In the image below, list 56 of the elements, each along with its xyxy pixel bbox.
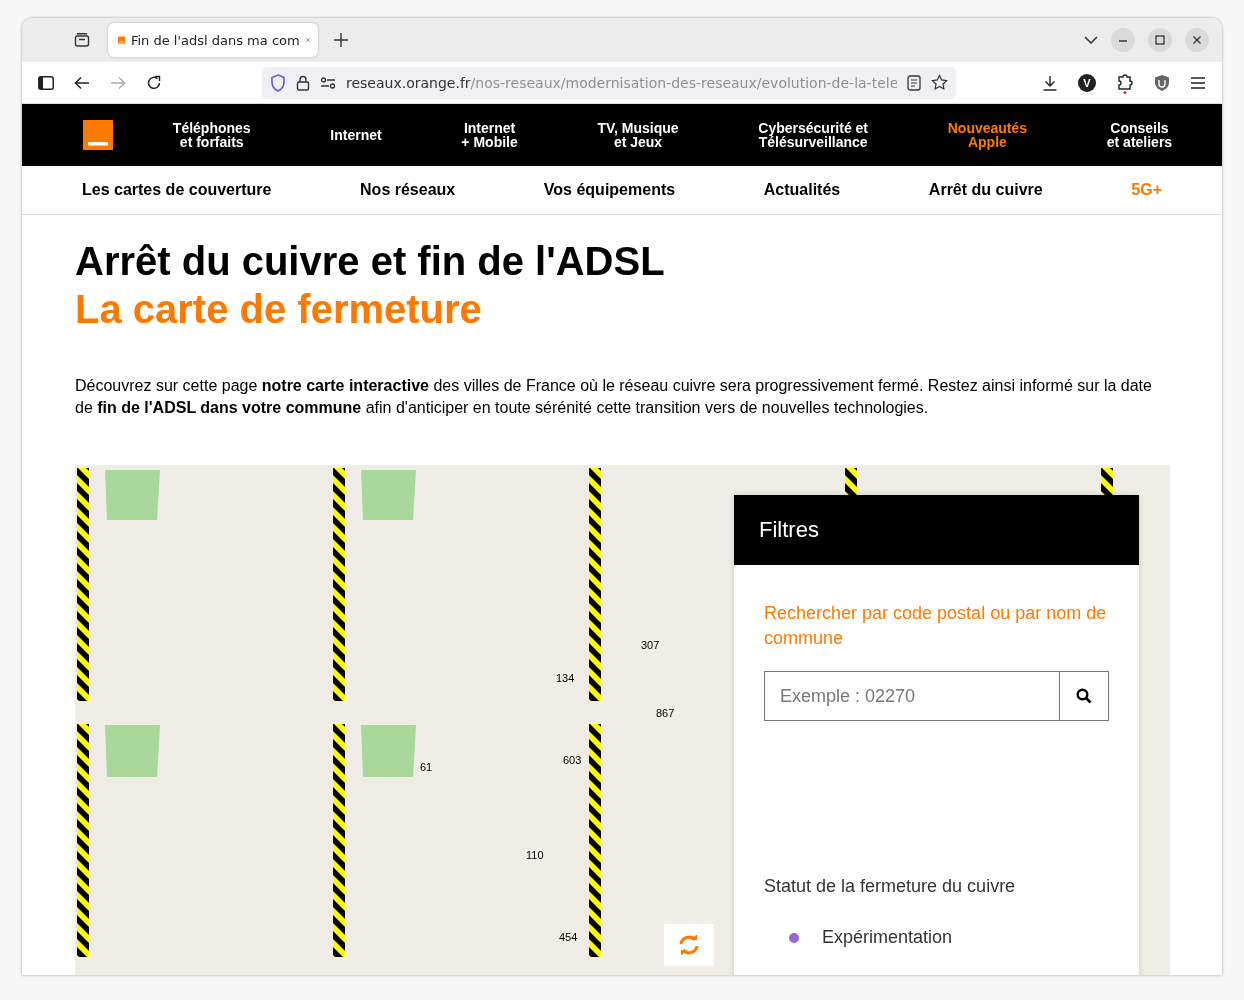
nav-link[interactable]: Conseils et ateliers — [1106, 121, 1173, 149]
tab-list-icon[interactable] — [74, 32, 90, 48]
cluster-count[interactable]: 867 — [656, 707, 675, 719]
legend-label[interactable]: Expérimentation — [822, 927, 953, 948]
nav-link[interactable]: Cybersécurité et Télésurveillance — [758, 121, 869, 149]
intro-paragraph: Découvrez sur cette page notre carte interactive des villes de France où le réseau cuivre sera progressivement fermé. Restez ainsi informé sur la date de fin de l'ADSL dans votre commune afin d'anticiper en toute sérénité cette transition vers de nouvelles technologies. — [75, 376, 1153, 418]
url-text: reseaux.orange.fr/nos-reseaux/modernisation-des-reseaux/evolution-de-la-tele — [346, 74, 897, 91]
search-icon — [1076, 688, 1092, 704]
reload-icon[interactable] — [146, 74, 162, 91]
menu-icon[interactable] — [1190, 75, 1206, 90]
new-tab-icon[interactable] — [334, 33, 348, 47]
puzzle-piece-icon[interactable] — [1116, 71, 1134, 94]
panel-title: Filtres — [759, 517, 819, 543]
shield-icon[interactable] — [270, 73, 286, 92]
nav-link[interactable]: Internet + Mobile — [461, 121, 518, 149]
close-icon[interactable] — [305, 35, 310, 45]
sub-nav-link[interactable]: Nos réseaux — [360, 181, 456, 199]
nav-link[interactable]: TV, Musique et Jeux — [597, 121, 679, 149]
site-logo[interactable] — [83, 120, 113, 150]
sub-nav-link[interactable]: Arrêt du cuivre — [928, 181, 1043, 199]
sub-nav-link[interactable]: Vos équipements — [543, 181, 676, 199]
search-field[interactable]: Exemple : 02270 — [764, 671, 1059, 721]
search-button[interactable] — [1059, 671, 1109, 721]
refresh-button[interactable] — [664, 924, 714, 966]
maximize-icon[interactable] — [1148, 28, 1172, 52]
page-title: Arrêt du cuivre et fin de l'ADSL — [75, 238, 666, 285]
cluster-count[interactable]: 307 — [641, 639, 660, 651]
profile-avatar[interactable]: V — [1078, 73, 1096, 92]
cluster-count[interactable]: 603 — [563, 754, 582, 766]
permissions-icon[interactable] — [320, 75, 336, 90]
nav-link[interactable]: Téléphones et forfaits — [172, 121, 251, 149]
cluster-count[interactable]: 110 — [526, 849, 544, 861]
lock-icon[interactable] — [296, 74, 310, 91]
search-label: Rechercher par code postal ou par nom de commune — [764, 602, 1108, 650]
close-icon[interactable] — [1185, 28, 1209, 52]
browser-tab[interactable]: Fin de l'adsl dans ma com — [108, 23, 318, 57]
status-heading: Statut de la fermeture du cuivre — [764, 876, 1017, 897]
star-icon[interactable] — [931, 74, 948, 91]
shield-icon[interactable] — [1154, 73, 1170, 92]
dropdown-icon[interactable] — [1084, 36, 1098, 44]
nav-link[interactable]: Nouveautés Apple — [947, 121, 1028, 149]
address-bar[interactable]: reseaux.orange.fr/nos-reseaux/modernisation-des-reseaux/evolution-de-la-tele — [262, 66, 956, 99]
sidebar-icon[interactable] — [38, 75, 54, 90]
download-icon[interactable] — [1042, 74, 1058, 91]
back-icon[interactable] — [74, 75, 90, 90]
page-subtitle: La carte de fermeture — [75, 286, 483, 333]
refresh-icon — [678, 935, 700, 955]
cluster-count[interactable]: 134 — [556, 672, 575, 684]
cluster-count[interactable]: 61 — [420, 761, 433, 773]
cluster-count[interactable]: 454 — [559, 931, 578, 943]
sub-nav-link[interactable]: Actualités — [763, 181, 841, 199]
sub-nav-link[interactable]: Les cartes de couverture — [82, 181, 272, 199]
nav-link[interactable]: Internet — [330, 128, 382, 142]
minimize-icon[interactable] — [1111, 28, 1135, 52]
reader-view-icon[interactable] — [907, 74, 921, 91]
tab-title: Fin de l'adsl dans ma com — [130, 32, 300, 48]
